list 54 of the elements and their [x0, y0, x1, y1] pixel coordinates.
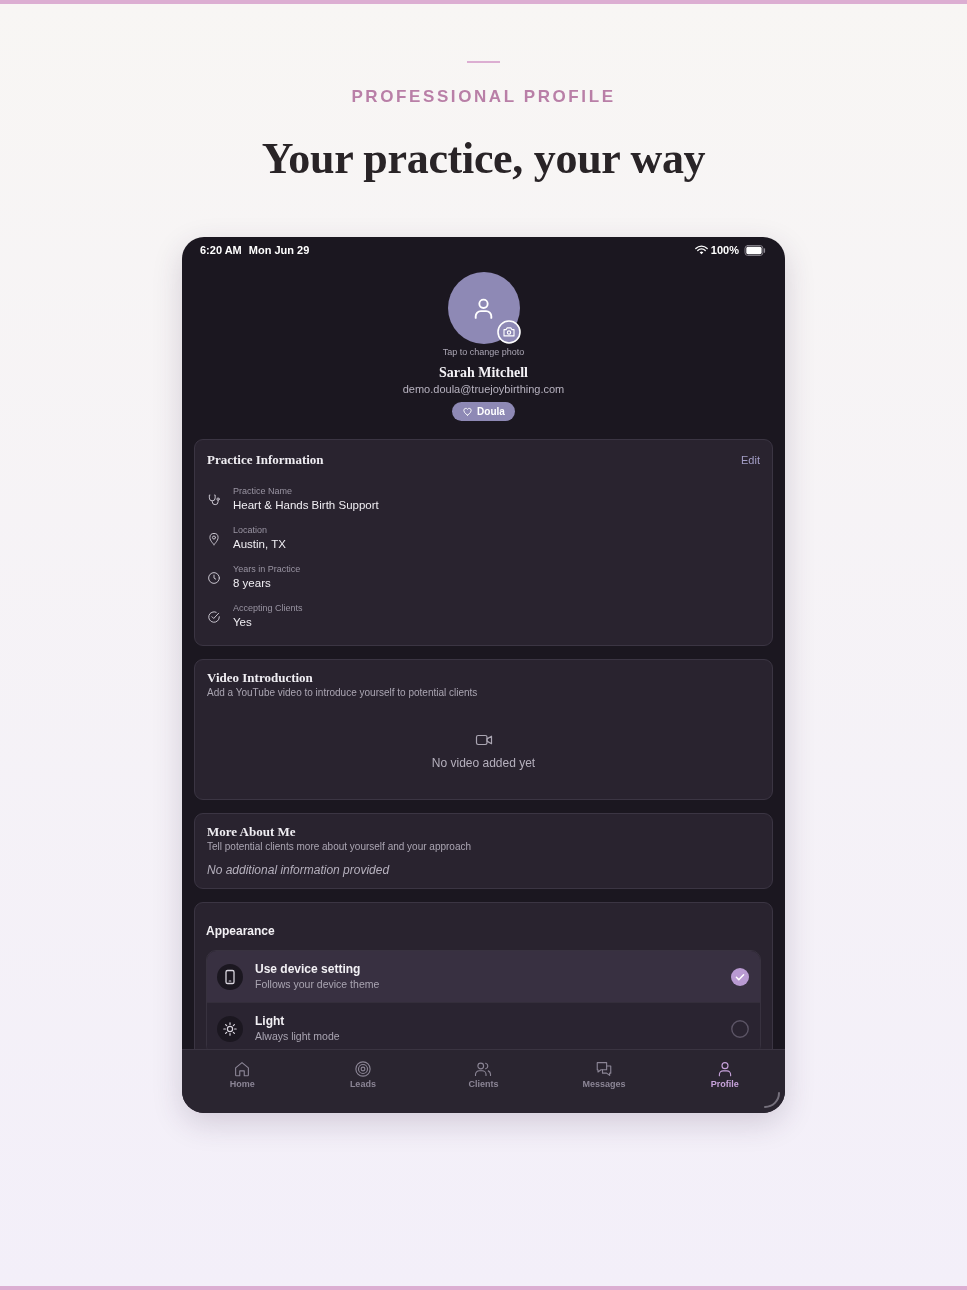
- battery-percent: 100%: [710, 244, 739, 256]
- theme-option[interactable]: Use device setting Follows your device theme: [207, 951, 760, 1002]
- card-subtitle: Tell potential clients more about yourself and your approach: [207, 840, 473, 853]
- option-subtitle: Follows your device theme: [255, 977, 380, 991]
- target-icon: [353, 1060, 372, 1078]
- tablet-icon: [217, 963, 243, 990]
- theme-option[interactable]: Light Always light mode: [207, 1002, 760, 1049]
- radio-button[interactable]: [731, 1019, 749, 1038]
- card-subtitle: Add a YouTube video to introduce yourself to potential clients: [207, 686, 479, 699]
- photo-hint: Tap to change photo: [442, 346, 525, 358]
- corner-arc-icon: [764, 1092, 780, 1108]
- field-label: Practice Name: [233, 486, 294, 497]
- tab-item[interactable]: Messages: [543, 1050, 665, 1090]
- sun-icon: [217, 1015, 243, 1042]
- wifi-icon: [694, 245, 708, 255]
- profile-email: demo.doula@truejoybirthing.com: [402, 382, 565, 396]
- field-label: Years in Practice: [233, 564, 301, 575]
- card-title: More About Me: [207, 824, 297, 840]
- edit-button[interactable]: Edit: [741, 454, 760, 466]
- field-value: Austin, TX: [233, 537, 286, 552]
- status-date: Mon Jun 29: [248, 244, 310, 256]
- profile-name: Sarah Mitchell: [438, 364, 528, 382]
- tab-item[interactable]: Profile: [664, 1050, 785, 1090]
- camera-icon[interactable]: [496, 320, 521, 344]
- map-pin-icon: [207, 531, 221, 546]
- status-time: 6:20 AM: [200, 244, 242, 256]
- empty-state-text: No additional information provided: [207, 863, 391, 878]
- field-label: Location: [233, 525, 269, 536]
- tab-item[interactable]: Home: [182, 1050, 303, 1090]
- people-icon: [474, 1060, 493, 1078]
- radio-button[interactable]: [731, 967, 749, 986]
- section-title: Appearance: [206, 924, 276, 939]
- heart-icon: [462, 406, 474, 417]
- option-title: Use device setting: [255, 962, 362, 977]
- chat-bubbles-icon: [595, 1060, 614, 1078]
- stethoscope-icon: [207, 492, 221, 507]
- card-title: Video Introduction: [207, 670, 314, 686]
- clock-icon: [207, 570, 221, 585]
- field-label: Accepting Clients: [233, 603, 303, 614]
- field-value: 8 years: [233, 576, 272, 591]
- home-icon: [233, 1060, 252, 1078]
- field-value: Heart & Hands Birth Support: [233, 498, 379, 513]
- battery-icon: [744, 244, 766, 256]
- option-subtitle: Always light mode: [255, 1029, 340, 1043]
- check-circle-icon: [207, 609, 221, 624]
- card-title: Practice Information: [207, 452, 324, 468]
- section-eyebrow: PROFESSIONAL PROFILE: [351, 86, 616, 108]
- field-value: Yes: [233, 615, 253, 630]
- tab-item[interactable]: Clients: [423, 1050, 544, 1090]
- role-label: Doula: [477, 406, 505, 417]
- page-title: Your practice, your way: [261, 133, 706, 185]
- tab-item[interactable]: Leads: [302, 1050, 424, 1090]
- option-title: Light: [255, 1014, 286, 1029]
- empty-state-text: No video added yet: [431, 756, 536, 771]
